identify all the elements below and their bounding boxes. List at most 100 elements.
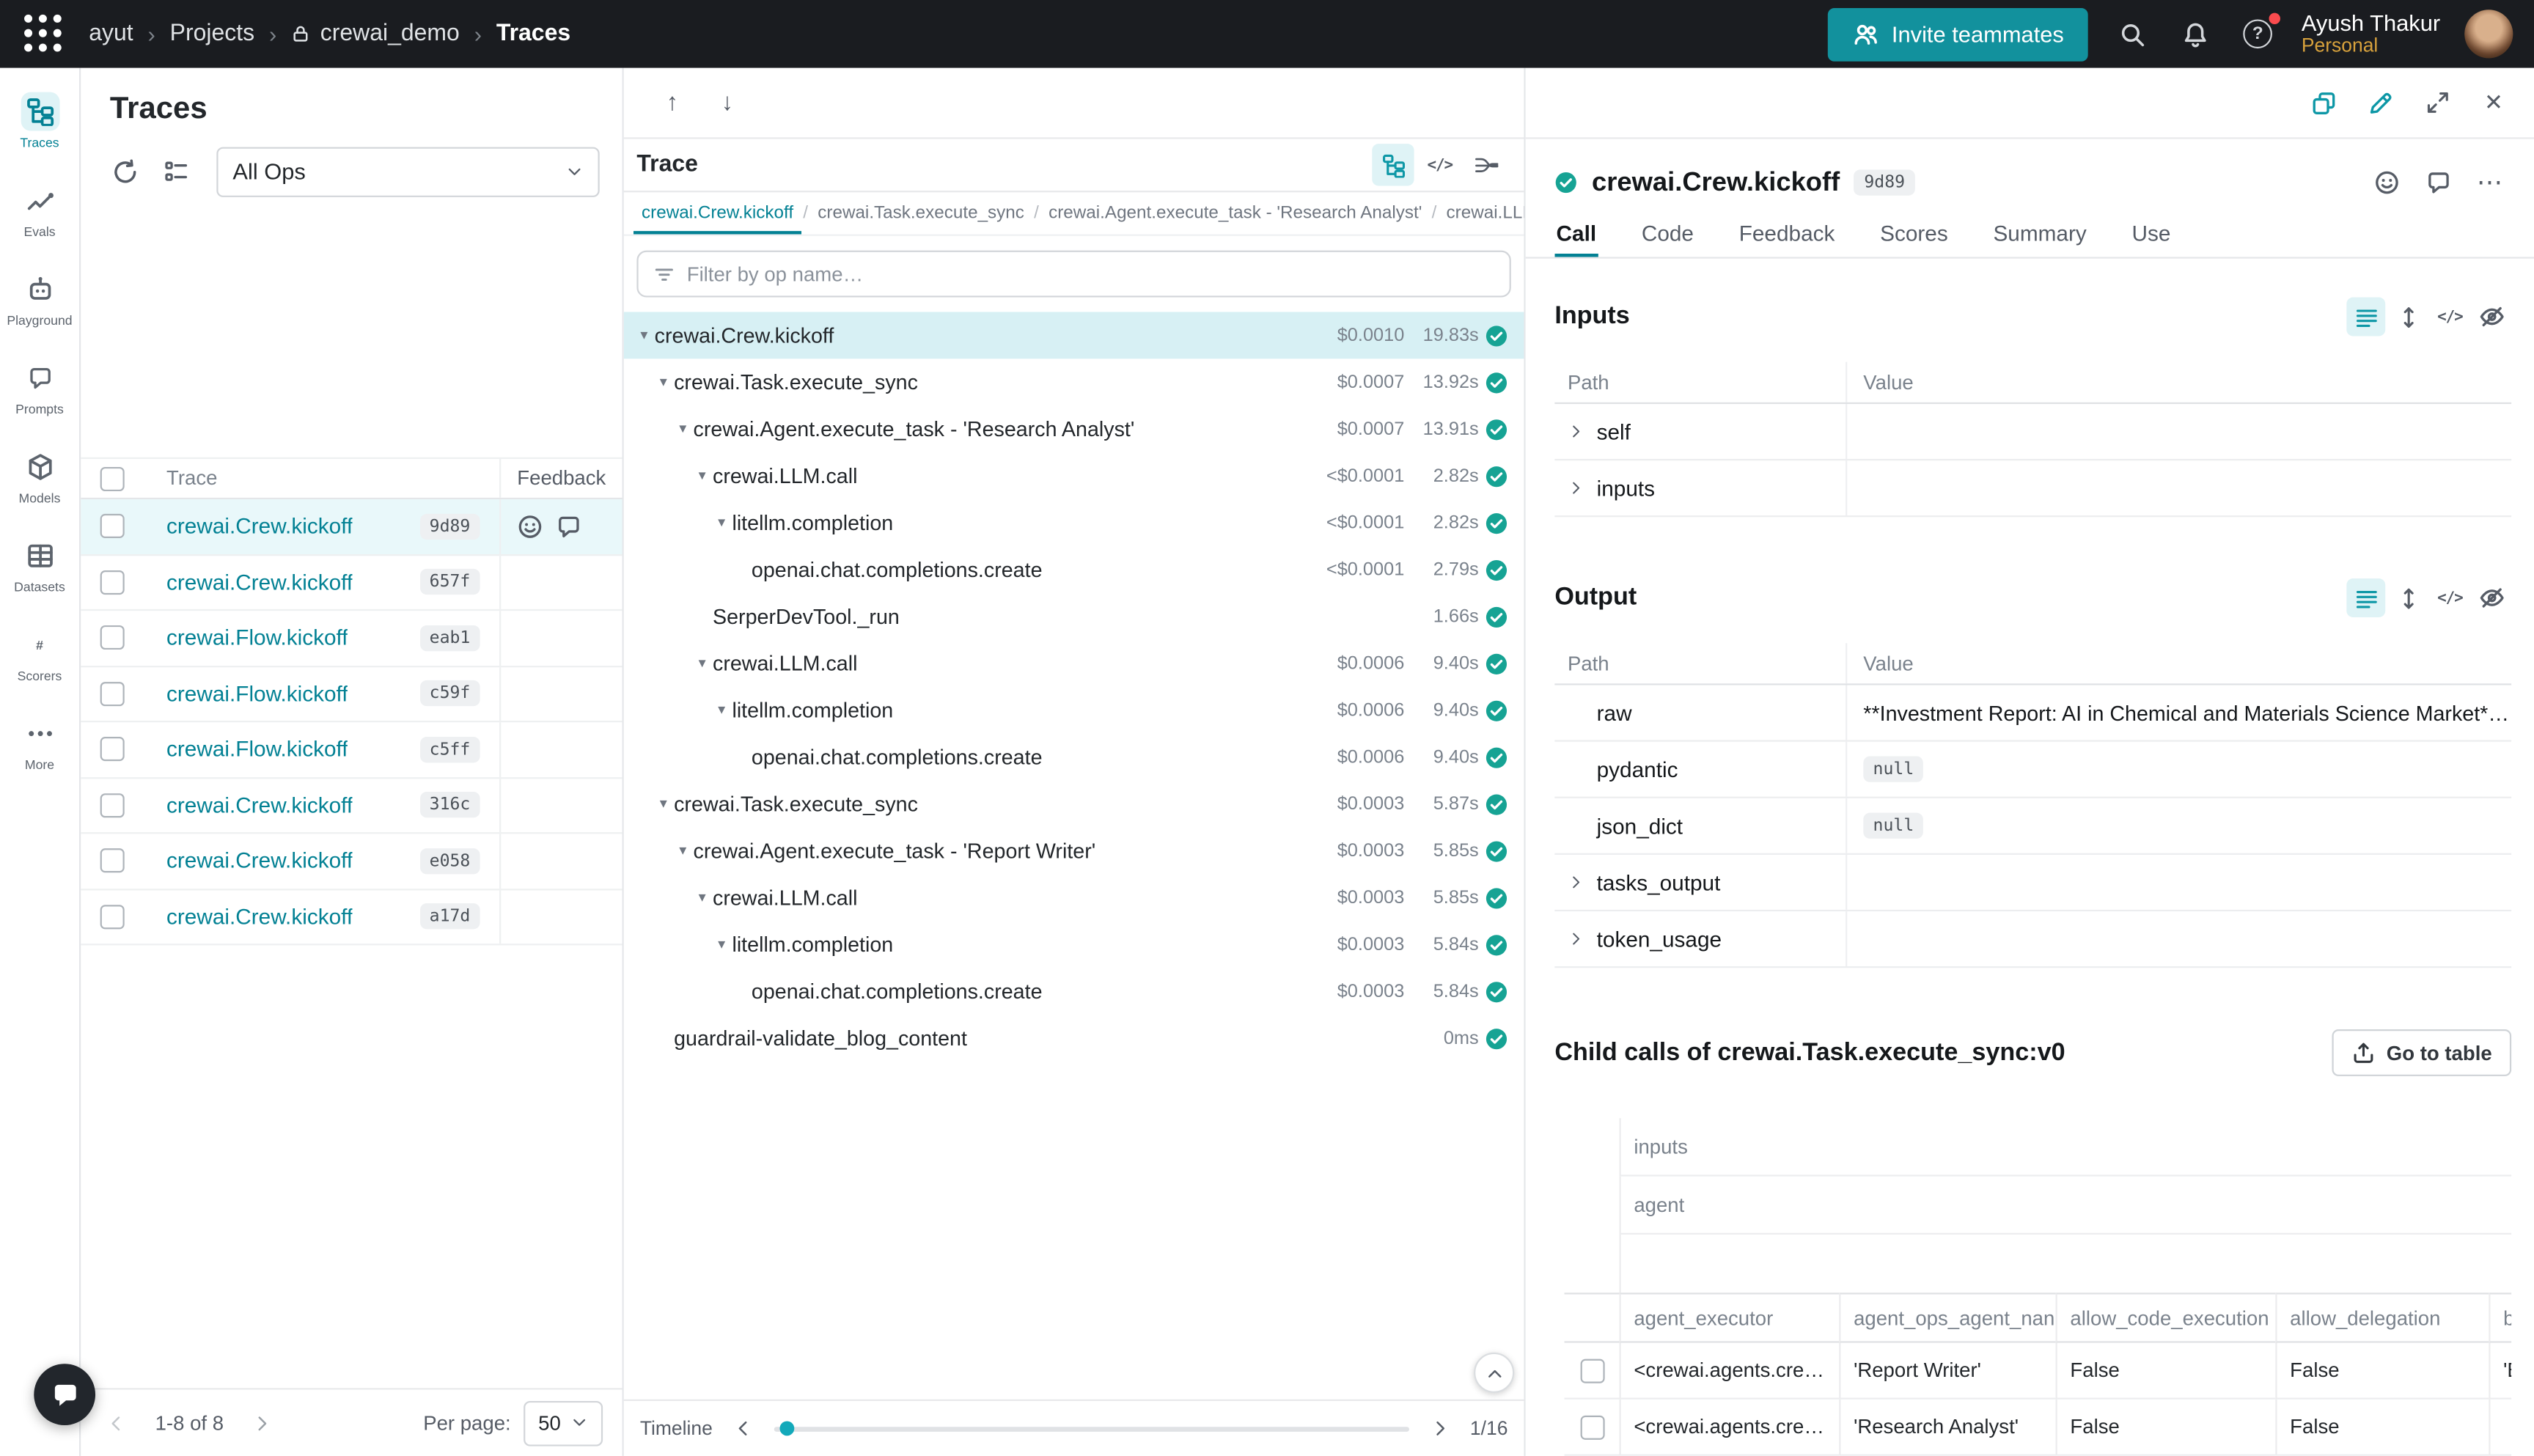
detail-tab-use[interactable]: Use <box>2130 210 2172 257</box>
trace-tree-row[interactable]: ▾crewai.LLM.call$0.00069.40s <box>624 640 1524 687</box>
hide-values-eye-button[interactable] <box>2472 578 2511 617</box>
row-checkbox[interactable] <box>100 514 125 538</box>
close-button[interactable]: ✕ <box>2472 81 2514 123</box>
expand-chevron-icon[interactable] <box>1568 874 1584 890</box>
child-table-column-header[interactable]: allow_code_execution <box>2056 1293 2276 1342</box>
timeline-track[interactable] <box>774 1426 1409 1431</box>
list-view-button[interactable] <box>2346 578 2385 617</box>
trace-tree-row[interactable]: ▾litellm.completion$0.00035.84s <box>624 921 1524 968</box>
trace-tree-row[interactable]: ▾crewai.Crew.kickoff$0.001019.83s <box>624 312 1524 359</box>
feedback-column-header[interactable]: Feedback <box>499 459 623 498</box>
call-id-badge[interactable]: 9d89 <box>1854 169 1914 195</box>
rail-item-evals[interactable]: Evals <box>1 173 78 247</box>
trace-op-name[interactable]: crewai.Crew.kickoff <box>166 570 353 594</box>
rail-item-scorers[interactable]: # Scorers <box>1 617 78 691</box>
tree-expand-caret[interactable]: ▾ <box>711 702 732 719</box>
trace-path-tab[interactable]: crewai.Task.execute_sync <box>809 192 1032 234</box>
previous-call-arrow-button[interactable]: ↑ <box>653 84 691 122</box>
list-view-button[interactable] <box>2346 298 2385 337</box>
trace-path-tab[interactable]: crewai.Crew.kickoff <box>634 192 801 234</box>
trace-tree-row[interactable]: ▾crewai.Task.execute_sync$0.000713.92s <box>624 359 1524 405</box>
output-row[interactable]: tasks_output <box>1554 855 2511 911</box>
help-icon[interactable]: ? <box>2239 15 2277 54</box>
trace-tree-row[interactable]: ▾litellm.completion<$0.00012.82s <box>624 499 1524 546</box>
tree-expand-caret[interactable]: ▾ <box>672 842 694 859</box>
code-toggle-button[interactable]: </> <box>2431 578 2469 617</box>
trace-op-name[interactable]: crewai.Flow.kickoff <box>166 626 348 650</box>
trace-list-row[interactable]: crewai.Flow.kickoffc5ff <box>81 722 622 778</box>
overflow-menu-button[interactable]: ⋯ <box>2469 161 2511 203</box>
trace-column-header[interactable]: Trace <box>144 459 499 498</box>
hide-values-eye-button[interactable] <box>2472 298 2511 337</box>
rail-item-prompts[interactable]: Prompts <box>1 350 78 424</box>
output-row[interactable]: json_dictnull <box>1554 798 2511 855</box>
trace-op-name[interactable]: crewai.Crew.kickoff <box>166 793 353 817</box>
tree-expand-caret[interactable]: ▾ <box>691 889 713 906</box>
row-checkbox[interactable] <box>1579 1358 1604 1383</box>
rail-item-traces[interactable]: Traces <box>1 84 78 158</box>
trace-list-row[interactable]: crewai.Crew.kickoff9d89 <box>81 499 622 555</box>
trace-tree-row[interactable]: ▾crewai.Task.execute_sync$0.00035.87s <box>624 781 1524 828</box>
trace-list-row[interactable]: crewai.Flow.kickoffeab1 <box>81 611 622 666</box>
column-settings-button[interactable] <box>155 150 197 192</box>
timeline-next-chevron-icon[interactable] <box>1422 1411 1457 1446</box>
row-checkbox[interactable] <box>100 793 125 817</box>
op-filter-select[interactable]: All Ops <box>216 146 599 196</box>
inputs-row[interactable]: self <box>1554 404 2511 460</box>
code-toggle-button[interactable]: </> <box>2431 298 2469 337</box>
trace-op-name[interactable]: crewai.Crew.kickoff <box>166 905 353 929</box>
trace-tree-row[interactable]: ▾crewai.Agent.execute_task - 'Report Wri… <box>624 827 1524 874</box>
row-checkbox[interactable] <box>100 570 125 594</box>
support-chat-button[interactable] <box>34 1364 95 1425</box>
breadcrumb-org[interactable]: ayut <box>89 21 133 47</box>
trace-op-name[interactable]: crewai.Flow.kickoff <box>166 738 348 762</box>
output-value-text[interactable]: **Investment Report: AI in Chemical and … <box>1863 700 2511 724</box>
trace-tree-row[interactable]: ▾crewai.Agent.execute_task - 'Research A… <box>624 405 1524 452</box>
rail-item-datasets[interactable]: Datasets <box>1 529 78 603</box>
trace-op-name[interactable]: crewai.Flow.kickoff <box>166 682 348 706</box>
detail-tab-feedback[interactable]: Feedback <box>1737 210 1836 257</box>
select-all-checkbox[interactable] <box>100 466 125 490</box>
add-comment-button[interactable] <box>2417 161 2459 203</box>
output-row[interactable]: pydanticnull <box>1554 742 2511 798</box>
flow-view-button[interactable] <box>1466 144 1507 185</box>
next-call-arrow-button[interactable]: ↓ <box>708 84 746 122</box>
child-table-column-header[interactable]: b <box>2489 1293 2511 1342</box>
trace-list-row[interactable]: crewai.Crew.kickoffa17d <box>81 889 622 945</box>
child-table-group-label[interactable]: inputs <box>1619 1118 2511 1176</box>
code-view-button[interactable]: </> <box>1419 144 1461 185</box>
child-table-row[interactable]: <crewai.agents.cre…'Report Writer'FalseF… <box>1565 1343 2512 1400</box>
inputs-row[interactable]: inputs <box>1554 460 2511 517</box>
trace-tree-row[interactable]: openai.chat.completions.create$0.00035.8… <box>624 968 1524 1015</box>
expand-chevron-icon[interactable] <box>1568 423 1584 439</box>
user-menu[interactable]: Ayush Thakur Personal <box>2302 10 2440 58</box>
next-page-chevron-icon[interactable] <box>243 1403 282 1442</box>
tree-expand-caret[interactable]: ▾ <box>691 655 713 672</box>
trace-tree-row[interactable]: SerperDevTool._run1.66s <box>624 593 1524 640</box>
scroll-to-top-button[interactable] <box>1474 1353 1514 1393</box>
fullscreen-button[interactable] <box>2416 81 2458 123</box>
row-checkbox[interactable] <box>100 738 125 762</box>
trace-op-name[interactable]: crewai.Crew.kickoff <box>166 849 353 873</box>
comment-feedback-icon[interactable] <box>556 513 581 539</box>
rail-item-playground[interactable]: Playground <box>1 262 78 336</box>
refresh-button[interactable] <box>103 150 145 192</box>
expand-chevron-icon[interactable] <box>1568 931 1584 947</box>
child-table-column-header[interactable]: allow_delegation <box>2275 1293 2489 1342</box>
prev-page-chevron-icon[interactable] <box>97 1403 136 1442</box>
trace-path-tab[interactable]: crewai.LLM.cal <box>1439 192 1524 234</box>
tree-expand-caret[interactable]: ▾ <box>634 326 655 344</box>
go-to-table-button[interactable]: Go to table <box>2332 1029 2511 1076</box>
row-checkbox[interactable] <box>1579 1415 1604 1439</box>
wandb-logo-icon[interactable] <box>24 15 63 54</box>
tree-expand-caret[interactable]: ▾ <box>653 795 674 812</box>
breadcrumb-project[interactable]: crewai_demo <box>291 21 460 47</box>
row-checkbox[interactable] <box>100 682 125 706</box>
rail-item-more[interactable]: More <box>1 706 78 780</box>
open-in-stack-button[interactable] <box>2303 81 2345 123</box>
child-table-row[interactable]: <crewai.agents.cre…'Research Analyst'Fal… <box>1565 1400 2512 1456</box>
trace-path-tab[interactable]: crewai.Agent.execute_task - 'Research An… <box>1040 192 1430 234</box>
row-checkbox[interactable] <box>100 849 125 873</box>
trace-list-row[interactable]: crewai.Crew.kickoff657f <box>81 555 622 611</box>
search-icon[interactable] <box>2112 15 2151 54</box>
